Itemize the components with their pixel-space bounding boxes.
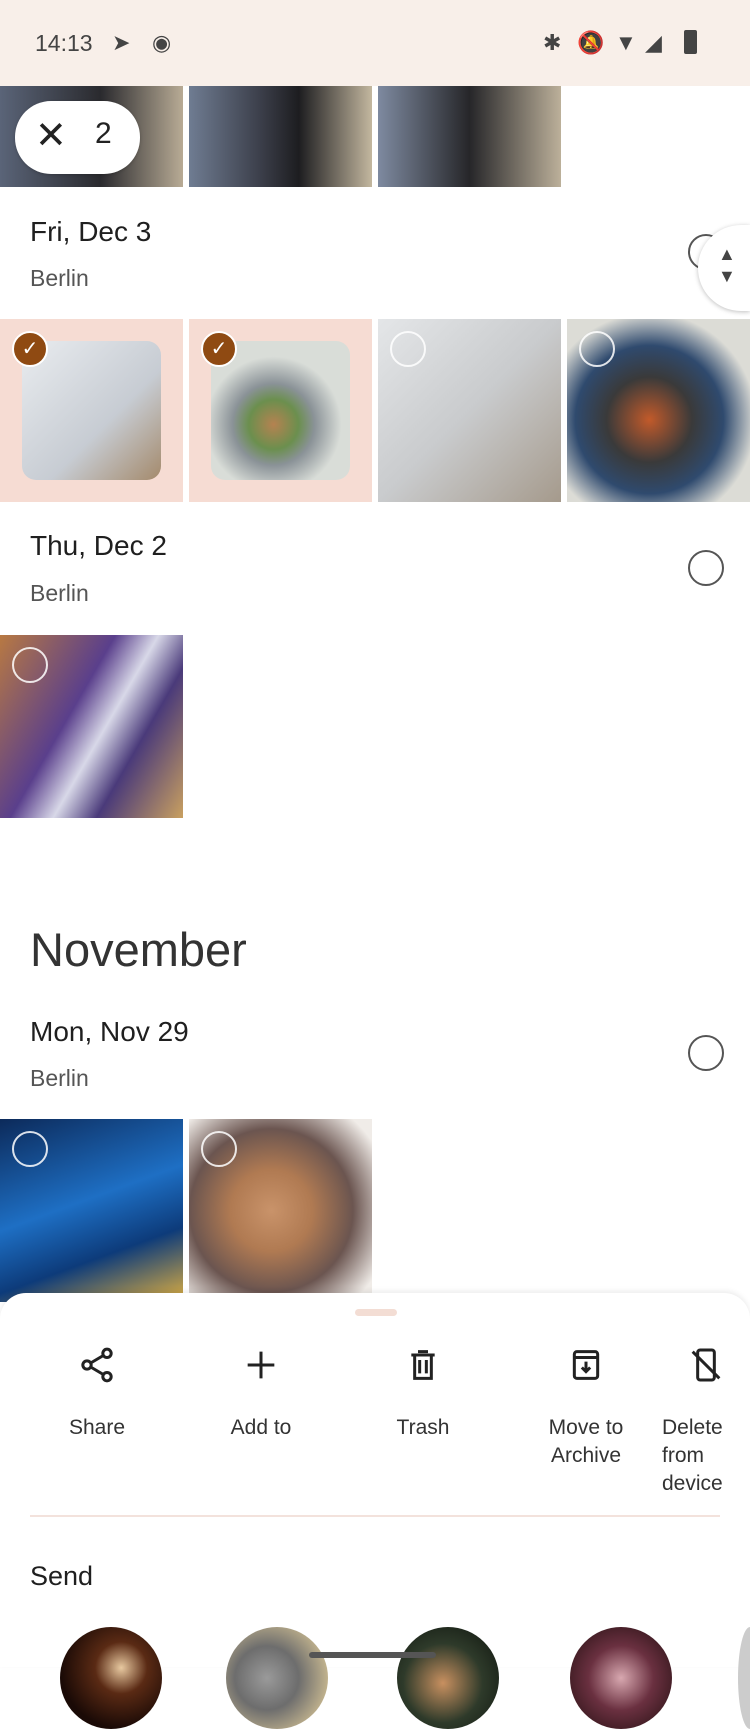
- delete-from-device-button[interactable]: Delete from device: [662, 1345, 750, 1498]
- bluetooth-icon: ✱: [543, 30, 562, 55]
- divider: [30, 1515, 720, 1517]
- photo-tile[interactable]: [0, 635, 183, 818]
- selection-pill[interactable]: ✕ 2: [15, 101, 140, 174]
- photo-tile[interactable]: [189, 86, 372, 187]
- photo-tile[interactable]: [378, 319, 561, 502]
- select-checkbox[interactable]: [12, 647, 48, 683]
- check-icon[interactable]: ✓: [12, 331, 48, 367]
- delete-device-icon: [691, 1348, 721, 1382]
- add-to-button[interactable]: Add to: [186, 1345, 336, 1442]
- select-checkbox[interactable]: [579, 331, 615, 367]
- select-checkbox[interactable]: [201, 1131, 237, 1167]
- photo-tile-selected[interactable]: ✓: [0, 319, 183, 502]
- section-date: Mon, Nov 29: [30, 1016, 189, 1047]
- archive-icon: [572, 1350, 600, 1380]
- photo-tile[interactable]: [378, 86, 561, 187]
- send-heading: Send: [30, 1561, 94, 1591]
- select-day-checkbox[interactable]: [688, 1035, 724, 1071]
- action-label: Delete from device: [662, 1416, 723, 1495]
- select-checkbox[interactable]: [390, 331, 426, 367]
- contact-avatar[interactable]: [60, 1627, 162, 1729]
- select-day-checkbox[interactable]: [688, 550, 724, 586]
- share-icon: [81, 1347, 113, 1383]
- contact-avatar[interactable]: [397, 1627, 499, 1729]
- wifi-icon: ▼: [615, 30, 637, 55]
- bell-off-icon: 🔕: [577, 30, 605, 55]
- photo-tile[interactable]: [567, 319, 750, 502]
- action-label: Share: [68, 1416, 126, 1439]
- battery-icon: [684, 30, 697, 54]
- gesture-nav-bar[interactable]: [309, 1652, 436, 1658]
- section-date: Thu, Dec 2: [30, 530, 167, 561]
- month-header: November: [30, 923, 247, 976]
- photo-tile[interactable]: [0, 1119, 183, 1302]
- action-label: Add to: [230, 1416, 292, 1439]
- scroll-arrows-icon: ▲ ▼: [718, 244, 736, 286]
- photo-tile-selected[interactable]: ✓: [189, 319, 372, 502]
- photo-tile[interactable]: [189, 1119, 372, 1302]
- section-place: Berlin: [30, 580, 89, 606]
- status-time: 14:13: [35, 30, 93, 56]
- trash-button[interactable]: Trash: [348, 1345, 498, 1442]
- section-place: Berlin: [30, 265, 89, 291]
- selection-count: 2: [95, 117, 112, 150]
- telegram-icon: ➤: [112, 30, 131, 55]
- status-bar: 14:13 ➤ ◉ ✱ 🔕 ▼ ◢: [0, 0, 750, 86]
- select-checkbox[interactable]: [12, 1131, 48, 1167]
- action-label: Trash: [396, 1416, 450, 1439]
- plus-icon: [247, 1351, 275, 1379]
- contact-avatar[interactable]: [226, 1627, 328, 1729]
- close-icon[interactable]: ✕: [35, 113, 67, 158]
- move-to-archive-button[interactable]: Move to Archive: [511, 1345, 661, 1470]
- sheet-drag-handle[interactable]: [355, 1309, 397, 1316]
- trash-icon: [411, 1350, 435, 1380]
- section-place: Berlin: [30, 1065, 89, 1091]
- section-date: Fri, Dec 3: [30, 216, 152, 247]
- action-label: Move to Archive: [548, 1416, 624, 1467]
- contact-avatar[interactable]: [738, 1627, 750, 1729]
- share-button[interactable]: Share: [22, 1345, 172, 1442]
- contact-avatar[interactable]: [570, 1627, 672, 1729]
- check-icon[interactable]: ✓: [201, 331, 237, 367]
- record-icon: ◉: [152, 30, 172, 55]
- signal-roaming-icon: ◢: [645, 30, 662, 55]
- action-bottom-sheet: Share Add to Trash Move to Archive Delet…: [0, 1293, 750, 1729]
